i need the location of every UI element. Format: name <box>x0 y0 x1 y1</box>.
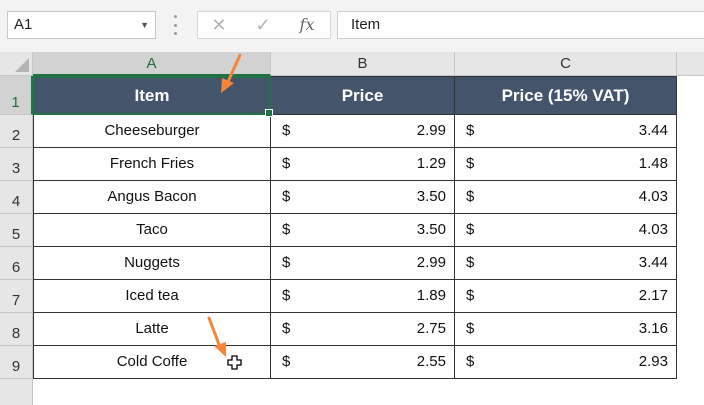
cell-value: 2.75 <box>416 320 446 337</box>
cancel-icon[interactable]: ✕ <box>202 12 236 38</box>
table-cell-price-vat[interactable]: $2.93 <box>455 346 677 379</box>
table-cell-price-vat[interactable]: $3.44 <box>455 247 677 280</box>
table-cell-price-vat[interactable]: $1.48 <box>455 148 677 181</box>
table-cell-price[interactable]: $3.50 <box>271 214 455 247</box>
row-header-3[interactable]: 3 <box>0 148 33 181</box>
cell-value: 4.03 <box>638 188 668 205</box>
enter-check-icon[interactable]: ✓ <box>246 12 280 38</box>
cell-value: 1.48 <box>638 155 668 172</box>
cell-value: 2.99 <box>416 254 446 271</box>
cell-value: 2.93 <box>638 353 668 370</box>
table-cell-price[interactable]: $1.89 <box>271 280 455 313</box>
currency-symbol: $ <box>466 221 475 238</box>
currency-symbol: $ <box>466 320 475 337</box>
dropdown-caret-icon[interactable]: ▼ <box>140 12 149 38</box>
select-all-triangle-icon <box>15 58 29 72</box>
table-cell-price[interactable]: $2.55 <box>271 346 455 379</box>
table-cell-price[interactable]: $2.75 <box>271 313 455 346</box>
currency-symbol: $ <box>282 155 291 172</box>
row-header-1[interactable]: 1 <box>0 76 33 115</box>
currency-symbol: $ <box>466 287 475 304</box>
cell-value: 2.55 <box>416 353 446 370</box>
table-cell-item[interactable]: Taco <box>33 214 271 247</box>
header-cell-price-vat[interactable]: Price (15% VAT) <box>455 76 677 115</box>
row-header-8[interactable]: 8 <box>0 313 33 346</box>
cell-value: 1.89 <box>416 287 446 304</box>
currency-symbol: $ <box>282 254 291 271</box>
cell-value: 2.17 <box>638 287 668 304</box>
name-box-value: A1 <box>14 16 33 33</box>
table-cell-price[interactable]: $2.99 <box>271 247 455 280</box>
fx-icon[interactable]: fx <box>290 12 324 38</box>
annotation-arrow-icon <box>207 316 226 357</box>
currency-symbol: $ <box>466 254 475 271</box>
formula-bar-grip-icon[interactable] <box>172 15 178 35</box>
currency-symbol: $ <box>282 221 291 238</box>
currency-symbol: $ <box>466 122 475 139</box>
table-cell-item[interactable]: Cheeseburger <box>33 115 271 148</box>
row-header-7[interactable]: 7 <box>0 280 33 313</box>
table-cell-item[interactable]: Latte <box>33 313 271 346</box>
cell-value: 1.29 <box>416 155 446 172</box>
cell-value: 2.99 <box>416 122 446 139</box>
table-cell-item[interactable]: Iced tea <box>33 280 271 313</box>
cell-value: 3.44 <box>638 254 668 271</box>
formula-buttons: ✕ ✓ fx <box>197 11 331 39</box>
currency-symbol: $ <box>466 155 475 172</box>
select-all-button[interactable] <box>0 52 33 76</box>
cell-value: 4.03 <box>638 221 668 238</box>
formula-input[interactable]: Item <box>337 11 704 39</box>
name-box[interactable]: A1 ▼ <box>7 11 156 39</box>
row-header-10[interactable] <box>0 379 33 405</box>
column-header-d[interactable] <box>677 52 704 76</box>
header-cell-price[interactable]: Price <box>271 76 455 115</box>
table-cell-price-vat[interactable]: $4.03 <box>455 181 677 214</box>
table-cell-price[interactable]: $1.29 <box>271 148 455 181</box>
fill-handle[interactable] <box>265 109 273 117</box>
table-cell-item[interactable]: Angus Bacon <box>33 181 271 214</box>
cell-value: 3.50 <box>416 188 446 205</box>
table-cell-item[interactable]: French Fries <box>33 148 271 181</box>
table-cell-price-vat[interactable]: $2.17 <box>455 280 677 313</box>
row-header-2[interactable]: 2 <box>0 115 33 148</box>
column-header-b[interactable]: B <box>271 52 455 76</box>
currency-symbol: $ <box>466 188 475 205</box>
table-cell-price-vat[interactable]: $3.16 <box>455 313 677 346</box>
annotation-arrow-icon <box>221 53 242 93</box>
currency-symbol: $ <box>282 353 291 370</box>
column-header-c[interactable]: C <box>455 52 677 76</box>
formula-bar: A1 ▼ ✕ ✓ fx Item <box>0 0 704 52</box>
table-cell-price-vat[interactable]: $3.44 <box>455 115 677 148</box>
currency-symbol: $ <box>282 188 291 205</box>
row-header-6[interactable]: 6 <box>0 247 33 280</box>
cell-value: 3.50 <box>416 221 446 238</box>
currency-symbol: $ <box>282 287 291 304</box>
table-cell-price-vat[interactable]: $4.03 <box>455 214 677 247</box>
row-header-9[interactable]: 9 <box>0 346 33 379</box>
cell-value: 3.16 <box>638 320 668 337</box>
currency-symbol: $ <box>282 320 291 337</box>
table-cell-price[interactable]: $3.50 <box>271 181 455 214</box>
table-cell-item[interactable]: Nuggets <box>33 247 271 280</box>
row-header-5[interactable]: 5 <box>0 214 33 247</box>
cell-cursor-plus-icon <box>227 355 242 370</box>
currency-symbol: $ <box>282 122 291 139</box>
row-header-4[interactable]: 4 <box>0 181 33 214</box>
table-cell-price[interactable]: $2.99 <box>271 115 455 148</box>
cell-value: 3.44 <box>638 122 668 139</box>
currency-symbol: $ <box>466 353 475 370</box>
